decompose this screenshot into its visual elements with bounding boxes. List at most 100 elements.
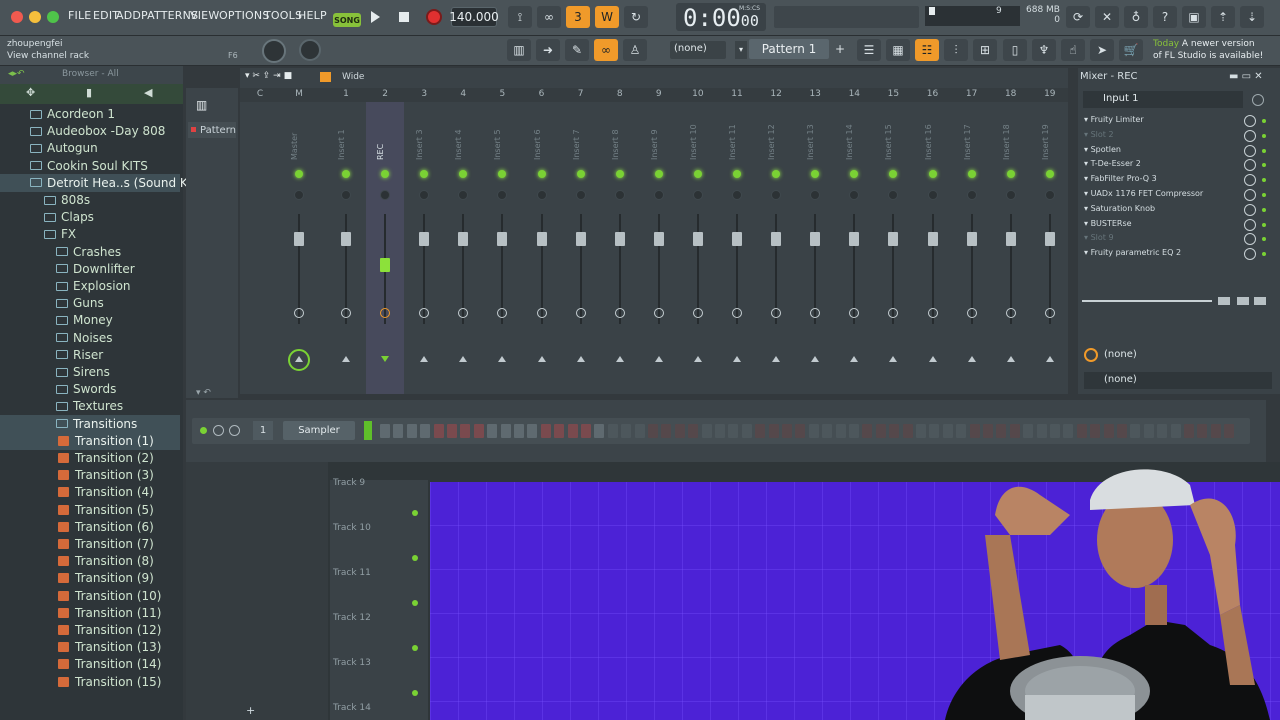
- step-button[interactable]: [996, 424, 1007, 438]
- track-label[interactable]: Track 11: [333, 568, 371, 578]
- mixer-send-knob[interactable]: [927, 308, 938, 318]
- step-button[interactable]: [755, 424, 766, 438]
- route-arrow-icon[interactable]: [420, 356, 429, 362]
- menu-add[interactable]: ADD: [116, 9, 141, 22]
- fx-slot[interactable]: ▾ Fruity Limiter: [1084, 115, 1266, 129]
- microphone-icon[interactable]: ♁: [1124, 6, 1148, 28]
- step-button[interactable]: [1170, 424, 1181, 438]
- maximize-window-icon[interactable]: [47, 11, 59, 23]
- mixer-menu-icon[interactable]: ▾ ✂ ⇪ ⇥ ■: [245, 71, 292, 81]
- mixer-strip-led[interactable]: [295, 170, 303, 178]
- step-button[interactable]: [956, 424, 967, 438]
- mixer-strip-led[interactable]: [576, 170, 585, 178]
- route-arrow-icon[interactable]: [889, 356, 898, 362]
- step-button[interactable]: [808, 424, 819, 438]
- fx-mix-knob[interactable]: [1244, 129, 1256, 142]
- playlist-icon[interactable]: ☰: [857, 39, 881, 61]
- fx-mix-knob[interactable]: [1244, 233, 1256, 246]
- browser-folder-item[interactable]: Money: [0, 311, 180, 329]
- step-button[interactable]: [902, 424, 913, 438]
- mixer-fader-cap[interactable]: [849, 232, 860, 246]
- mixer-strip[interactable]: Insert 19: [1031, 102, 1069, 394]
- mixer-strip-led[interactable]: [772, 170, 781, 178]
- fx-mix-knob[interactable]: [1244, 248, 1256, 261]
- mixer-strip-led[interactable]: [459, 170, 468, 178]
- mixer-strip[interactable]: Insert 15: [874, 102, 912, 394]
- mixer-fader-cap[interactable]: [1044, 232, 1055, 246]
- step-button[interactable]: [1050, 424, 1060, 438]
- loop-record-icon[interactable]: ↻: [624, 6, 648, 28]
- news-panel[interactable]: Today A newer version of FL Studio is ava…: [1153, 38, 1263, 62]
- mixer-strip-led[interactable]: [1045, 170, 1054, 178]
- mixer-pan-knob[interactable]: [1005, 190, 1016, 200]
- track-label[interactable]: Track 9: [333, 478, 365, 488]
- route-arrow-icon[interactable]: [811, 356, 820, 362]
- browser-file-icon[interactable]: ▮: [86, 86, 92, 99]
- snap-selector[interactable]: (none): [670, 41, 726, 59]
- mixer-strip-led[interactable]: [615, 170, 624, 178]
- step-button[interactable]: [795, 424, 806, 438]
- step-button[interactable]: [460, 424, 471, 438]
- route-arrow-icon[interactable]: [693, 356, 702, 362]
- pencil-icon[interactable]: ✎: [565, 39, 589, 61]
- menu-file[interactable]: FILE: [68, 9, 91, 22]
- mixer-strip[interactable]: Insert 10: [679, 102, 717, 394]
- channel-mixer-number[interactable]: 1: [253, 421, 273, 440]
- fx-mix-knob[interactable]: [1244, 115, 1256, 127]
- track-label[interactable]: Track 10: [333, 523, 371, 533]
- wait-for-input-icon[interactable]: ∞: [537, 6, 561, 28]
- mixer-fader-cap[interactable]: [966, 232, 977, 246]
- step-button[interactable]: [648, 424, 658, 438]
- fx-mix-knob[interactable]: [1244, 159, 1256, 172]
- step-button[interactable]: [393, 424, 404, 438]
- browser-title[interactable]: Browser - All: [62, 69, 119, 79]
- browser-folder-item[interactable]: Noises: [0, 329, 180, 347]
- mixer-strip-led[interactable]: [733, 170, 741, 178]
- mixer-fader-cap[interactable]: [888, 232, 899, 246]
- help-icon[interactable]: ?: [1153, 6, 1177, 28]
- mixer-send-knob[interactable]: [380, 308, 391, 318]
- mixer-send-knob[interactable]: [849, 308, 860, 318]
- pattern-selector[interactable]: Pattern 1: [749, 39, 829, 59]
- route-arrow-icon[interactable]: [654, 356, 663, 362]
- mixer-strip-led[interactable]: [498, 170, 507, 178]
- stamp-icon[interactable]: ♙: [623, 39, 647, 61]
- master-volume-knob[interactable]: [262, 39, 286, 63]
- browser-expand-icon[interactable]: ✥: [26, 86, 35, 99]
- mixer-pan-knob[interactable]: [888, 190, 899, 200]
- step-button[interactable]: [514, 424, 524, 438]
- route-arrow-icon[interactable]: [928, 356, 937, 362]
- browser-speaker-icon[interactable]: ◀: [144, 86, 152, 99]
- fx-mix-knob[interactable]: [1244, 189, 1256, 201]
- fx-slot[interactable]: ▾ Slot 2: [1084, 129, 1266, 144]
- step-button[interactable]: [782, 424, 792, 438]
- step-button[interactable]: [768, 424, 779, 438]
- output-selector-2[interactable]: (none): [1084, 372, 1272, 389]
- step-button[interactable]: [1076, 424, 1087, 438]
- step-button[interactable]: [554, 424, 565, 438]
- minimize-window-icon[interactable]: [29, 11, 41, 23]
- step-button[interactable]: [447, 424, 457, 438]
- browser-folder-item[interactable]: Textures: [0, 397, 180, 415]
- browser-sample-item[interactable]: Transition (2): [0, 449, 180, 467]
- output-selector-1[interactable]: (none): [1084, 347, 1272, 364]
- mixer-fader-cap[interactable]: [927, 232, 938, 246]
- mixer-fader-cap[interactable]: [380, 258, 391, 272]
- step-button[interactable]: [1023, 424, 1034, 438]
- mixer-strip[interactable]: Insert 5: [483, 102, 521, 394]
- channel-vol-knob[interactable]: [229, 425, 240, 436]
- browser-folder-item[interactable]: FX: [0, 225, 180, 243]
- mixer-send-knob[interactable]: [341, 308, 351, 318]
- browser-folder-item[interactable]: 808s: [0, 191, 180, 209]
- step-button[interactable]: [607, 424, 618, 438]
- mixer-pan-knob[interactable]: [692, 190, 703, 200]
- step-button[interactable]: [621, 424, 632, 438]
- mixer-send-knob[interactable]: [810, 308, 821, 318]
- route-arrow-icon[interactable]: [537, 356, 546, 362]
- fx-mix-knob[interactable]: [1244, 144, 1256, 157]
- step-button[interactable]: [433, 424, 444, 438]
- mixer-send-knob[interactable]: [458, 308, 469, 318]
- step-button[interactable]: [1117, 424, 1127, 438]
- close-window-icon[interactable]: [11, 11, 23, 23]
- mixer-pan-knob[interactable]: [966, 190, 977, 200]
